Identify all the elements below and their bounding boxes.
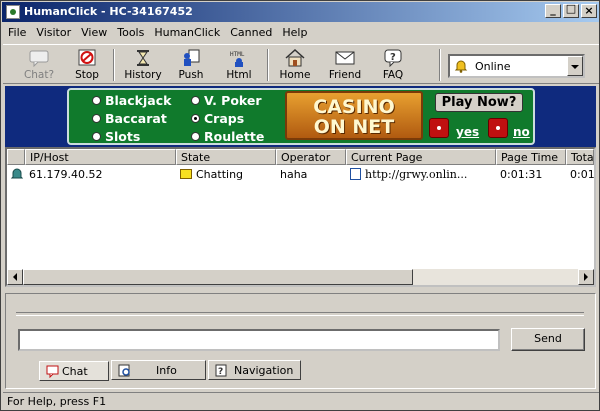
menu-tools[interactable]: Tools	[112, 24, 149, 42]
banner-option-baccarat[interactable]: Baccarat	[92, 111, 167, 126]
dropdown-arrow-icon[interactable]	[567, 56, 583, 76]
menu-view[interactable]: View	[76, 24, 112, 42]
svg-text:?: ?	[390, 52, 396, 63]
push-button[interactable]: Push	[169, 47, 213, 83]
tab-info[interactable]: Info	[111, 360, 206, 380]
bell-icon	[454, 59, 468, 73]
chat-icon	[46, 365, 59, 379]
scroll-left-icon[interactable]	[7, 269, 23, 285]
help-page-icon: ?	[215, 364, 228, 377]
push-page-icon	[180, 49, 202, 67]
app-window: HumanClick - HC-34167452 _ □ × File Visi…	[0, 0, 600, 411]
page-icon	[350, 168, 361, 180]
status-select[interactable]: Online	[448, 54, 585, 78]
col-total[interactable]: Tota	[566, 149, 594, 165]
cell-ip: 61.179.40.52	[29, 168, 103, 181]
menu-humanclick[interactable]: HumanClick	[149, 24, 225, 42]
hourglass-icon	[132, 49, 154, 67]
window-title: HumanClick - HC-34167452	[24, 5, 193, 18]
svg-text:HTML: HTML	[230, 51, 245, 58]
visitor-list[interactable]: IP/Host State Operator Current Page Page…	[5, 147, 596, 287]
chat-transcript[interactable]	[16, 312, 584, 316]
chat-request-button[interactable]: Chat?	[17, 47, 61, 83]
html-button[interactable]: HTML Html	[217, 47, 261, 83]
send-button[interactable]: Send	[511, 328, 585, 351]
question-bubble-icon: ?	[382, 49, 404, 68]
html-icon: HTML	[228, 49, 250, 67]
tab-chat[interactable]: Chat	[39, 361, 109, 381]
status-value: Online	[475, 60, 511, 73]
history-button[interactable]: History	[121, 47, 165, 83]
col-ip-host[interactable]: IP/Host	[25, 149, 176, 165]
banner-option-blackjack[interactable]: Blackjack	[92, 93, 171, 108]
maximize-button[interactable]: □	[563, 2, 579, 18]
scroll-thumb[interactable]	[23, 269, 413, 285]
dice-icon	[429, 118, 449, 138]
cell-total: 0:01	[570, 168, 594, 181]
horizontal-scrollbar[interactable]	[7, 269, 594, 285]
app-icon	[6, 5, 20, 19]
cell-page: http://grwy.onlin...	[365, 168, 468, 181]
cell-state: Chatting	[196, 168, 244, 181]
cell-page-time: 0:01:31	[500, 168, 543, 181]
envelope-icon	[334, 49, 356, 67]
banner-option-vpoker[interactable]: V. Poker	[191, 93, 262, 108]
banner-yes-link[interactable]: yes	[456, 125, 479, 139]
title-bar: HumanClick - HC-34167452 _ □ ×	[2, 2, 599, 22]
message-input[interactable]	[18, 329, 500, 351]
menu-help[interactable]: Help	[277, 24, 312, 42]
banner-option-craps[interactable]: Craps	[191, 111, 244, 126]
banner-no-link[interactable]: no	[513, 125, 530, 139]
stop-icon	[76, 49, 98, 67]
status-text: For Help, press F1	[7, 395, 107, 408]
banner-option-roulette[interactable]: Roulette	[191, 129, 264, 144]
friend-button[interactable]: Friend	[323, 47, 367, 83]
tab-navigation[interactable]: ? Navigation	[208, 360, 301, 380]
col-operator[interactable]: Operator	[276, 149, 346, 165]
play-now-label: Play Now?	[435, 93, 523, 112]
svg-text:?: ?	[218, 367, 223, 377]
menu-canned[interactable]: Canned	[225, 24, 277, 42]
minimize-button[interactable]: _	[545, 3, 561, 18]
menu-bar: File Visitor View Tools HumanClick Canne…	[3, 24, 312, 42]
faq-button[interactable]: ? FAQ	[371, 47, 415, 83]
stop-button[interactable]: Stop	[65, 47, 109, 83]
chat-state-icon	[180, 169, 192, 179]
close-button[interactable]: ×	[581, 4, 597, 18]
info-icon	[118, 364, 131, 377]
col-state[interactable]: State	[176, 149, 276, 165]
col-page-time[interactable]: Page Time	[496, 149, 566, 165]
menu-visitor[interactable]: Visitor	[31, 24, 76, 42]
status-bar: For Help, press F1	[3, 392, 599, 410]
cell-operator: haha	[280, 168, 308, 181]
table-row[interactable]: 61.179.40.52 Chatting haha http://grwy.o…	[7, 166, 594, 182]
menu-file[interactable]: File	[3, 24, 31, 42]
home-icon	[284, 48, 306, 67]
dice-icon-2	[488, 118, 508, 138]
scroll-right-icon[interactable]	[578, 269, 594, 285]
home-button[interactable]: Home	[273, 47, 317, 83]
speech-bubble-icon	[28, 49, 50, 68]
visitor-bell-icon	[7, 166, 25, 182]
visitor-list-header: IP/Host State Operator Current Page Page…	[7, 149, 594, 165]
banner-option-slots[interactable]: Slots	[92, 129, 140, 144]
col-current-page[interactable]: Current Page	[346, 149, 496, 165]
casino-logo[interactable]: CASINO ON NET	[285, 91, 423, 140]
